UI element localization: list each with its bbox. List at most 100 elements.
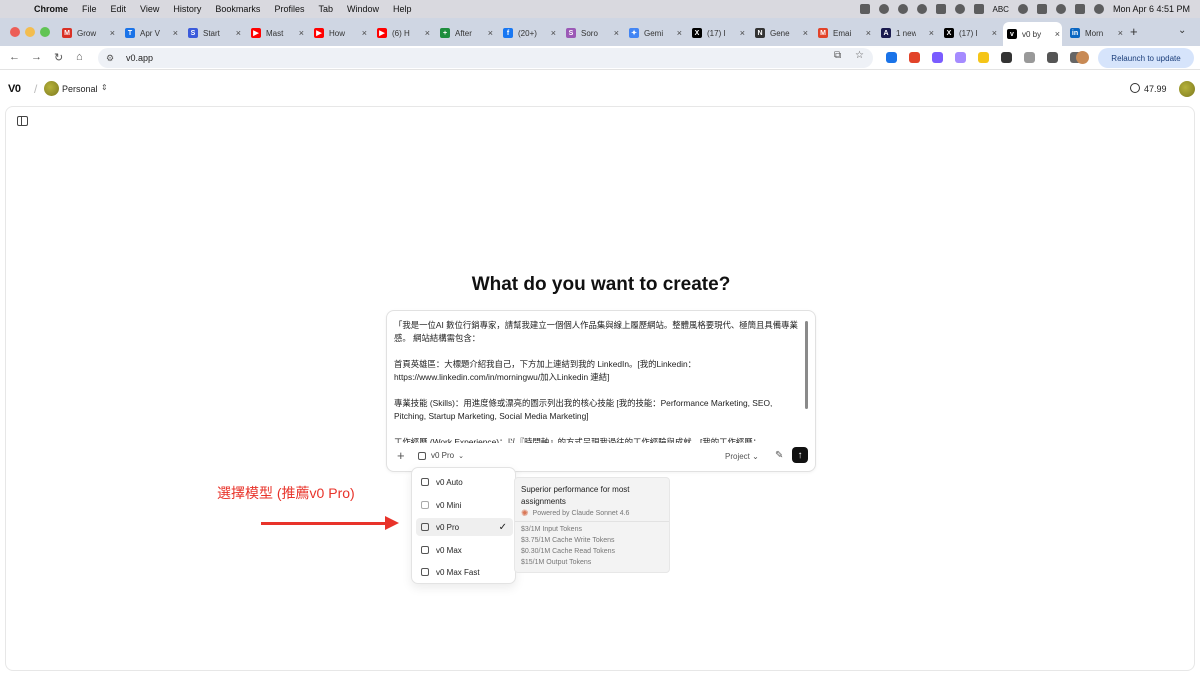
browser-tab[interactable]: T Apr V × (121, 23, 180, 43)
extension-icon[interactable] (1047, 52, 1058, 63)
extension-icon[interactable] (1001, 52, 1012, 63)
search-icon[interactable] (1055, 4, 1066, 14)
site-settings-icon[interactable]: ⚙ (106, 53, 122, 64)
browser-tab[interactable]: M Emai × (814, 23, 873, 43)
model-option-mini[interactable]: v0 Mini (416, 496, 513, 514)
project-selector-button[interactable]: Project ⌄ (725, 452, 759, 461)
fullscreen-window-button[interactable] (40, 27, 50, 37)
status-app-icon[interactable] (859, 4, 870, 14)
status-app-icon[interactable] (878, 4, 889, 14)
workspace-avatar[interactable] (44, 81, 59, 96)
prompt-input[interactable]: 「我是一位AI 數位行銷專家，請幫我建立一個個人作品集與線上履歷網站。整體風格要… (394, 319, 804, 443)
profile-avatar[interactable] (1076, 51, 1089, 64)
forward-arrow-icon[interactable]: → (31, 51, 42, 63)
status-app-icon[interactable] (954, 4, 965, 14)
install-app-icon[interactable]: ⧉ (834, 50, 841, 61)
browser-tab[interactable]: X (17) I × (688, 23, 747, 43)
extension-icon[interactable] (978, 52, 989, 63)
menu-profiles[interactable]: Profiles (274, 4, 304, 14)
battery-icon[interactable] (1036, 4, 1047, 14)
tab-close-icon[interactable]: × (929, 28, 934, 38)
browser-tab[interactable]: ▶ Mast × (247, 23, 306, 43)
prompt-scrollbar[interactable] (805, 321, 808, 409)
tab-close-icon[interactable]: × (173, 28, 178, 38)
menu-view[interactable]: View (140, 4, 159, 14)
menu-bookmarks[interactable]: Bookmarks (215, 4, 260, 14)
extension-icon[interactable] (1024, 52, 1035, 63)
browser-tab[interactable]: + After × (436, 23, 495, 43)
extension-icon[interactable] (909, 52, 920, 63)
enhance-prompt-icon[interactable]: ✎ (775, 450, 783, 461)
browser-tab[interactable]: ▶ How × (310, 23, 369, 43)
credits-balance[interactable]: 47.99 (1144, 84, 1167, 94)
tab-close-icon[interactable]: × (110, 28, 115, 38)
tab-close-icon[interactable]: × (677, 28, 682, 38)
tab-close-icon[interactable]: × (551, 28, 556, 38)
close-window-button[interactable] (10, 27, 20, 37)
browser-tab[interactable]: ▶ (6) H × (373, 23, 432, 43)
add-attachment-button[interactable]: + (397, 448, 405, 463)
v0-logo[interactable]: V0 (8, 83, 21, 95)
input-source-icon[interactable] (973, 4, 984, 14)
tab-close-icon[interactable]: × (866, 28, 871, 38)
status-app-icon[interactable] (935, 4, 946, 14)
user-avatar[interactable] (1179, 81, 1195, 97)
tab-search-chevron-icon[interactable]: ⌄ (1178, 25, 1186, 36)
send-button[interactable]: ↑ (792, 447, 808, 463)
siri-icon[interactable] (1093, 4, 1104, 14)
tab-close-icon[interactable]: × (236, 28, 241, 38)
tab-close-icon[interactable]: × (362, 28, 367, 38)
model-selector-button[interactable]: v0 Pro ⌄ (418, 451, 464, 460)
chevron-updown-icon[interactable]: ⇕ (101, 83, 108, 92)
address-bar[interactable]: ⚙ v0.app (98, 48, 873, 68)
extension-icon[interactable] (932, 52, 943, 63)
tab-close-icon[interactable]: × (299, 28, 304, 38)
model-option-max[interactable]: v0 Max (416, 541, 513, 559)
tab-close-icon[interactable]: × (1055, 29, 1060, 39)
sidebar-toggle-icon[interactable] (17, 116, 28, 126)
workspace-selector[interactable]: Personal (62, 84, 98, 94)
browser-tab[interactable]: in Morn × (1066, 23, 1125, 43)
tab-close-icon[interactable]: × (740, 28, 745, 38)
extension-icon[interactable] (886, 52, 897, 63)
menu-history[interactable]: History (173, 4, 201, 14)
browser-tab[interactable]: N Gene × (751, 23, 810, 43)
model-option-pro[interactable]: v0 Pro ✓ (416, 518, 513, 536)
back-arrow-icon[interactable]: ← (9, 51, 20, 63)
tab-close-icon[interactable]: × (803, 28, 808, 38)
menu-help[interactable]: Help (393, 4, 412, 14)
model-option-auto[interactable]: v0 Auto (416, 473, 513, 491)
menu-app-name[interactable]: Chrome (34, 4, 68, 14)
bookmark-star-icon[interactable]: ☆ (855, 50, 864, 61)
extension-icon[interactable] (955, 52, 966, 63)
url-text[interactable]: v0.app (126, 53, 153, 63)
browser-tab[interactable]: ✦ Gemi × (625, 23, 684, 43)
menu-edit[interactable]: Edit (111, 4, 127, 14)
input-source-label[interactable]: ABC (993, 5, 1009, 14)
model-option-max-fast[interactable]: v0 Max Fast (416, 563, 513, 581)
relaunch-to-update-button[interactable]: Relaunch to update (1098, 48, 1194, 68)
control-center-icon[interactable] (1074, 4, 1085, 14)
status-app-icon[interactable] (897, 4, 908, 14)
browser-tab[interactable]: M Grow × (58, 23, 117, 43)
tab-close-icon[interactable]: × (992, 28, 997, 38)
new-tab-button[interactable]: + (1130, 24, 1138, 39)
menu-tab[interactable]: Tab (318, 4, 333, 14)
wifi-icon[interactable] (1017, 4, 1028, 14)
browser-tab[interactable]: S Start × (184, 23, 243, 43)
browser-tab[interactable]: X (17) I × (940, 23, 999, 43)
browser-tab[interactable]: A 1 new × (877, 23, 936, 43)
tab-close-icon[interactable]: × (614, 28, 619, 38)
browser-tab[interactable]: f (20+) × (499, 23, 558, 43)
browser-tab[interactable]: v v0 by × (1003, 22, 1062, 46)
menu-file[interactable]: File (82, 4, 97, 14)
reload-icon[interactable]: ↻ (54, 51, 63, 64)
status-app-icon[interactable] (916, 4, 927, 14)
browser-tab[interactable]: S Soro × (562, 23, 621, 43)
clock[interactable]: Mon Apr 6 4:51 PM (1113, 4, 1190, 14)
tab-close-icon[interactable]: × (1118, 28, 1123, 38)
minimize-window-button[interactable] (25, 27, 35, 37)
tab-close-icon[interactable]: × (425, 28, 430, 38)
home-icon[interactable]: ⌂ (76, 51, 83, 63)
tab-close-icon[interactable]: × (488, 28, 493, 38)
